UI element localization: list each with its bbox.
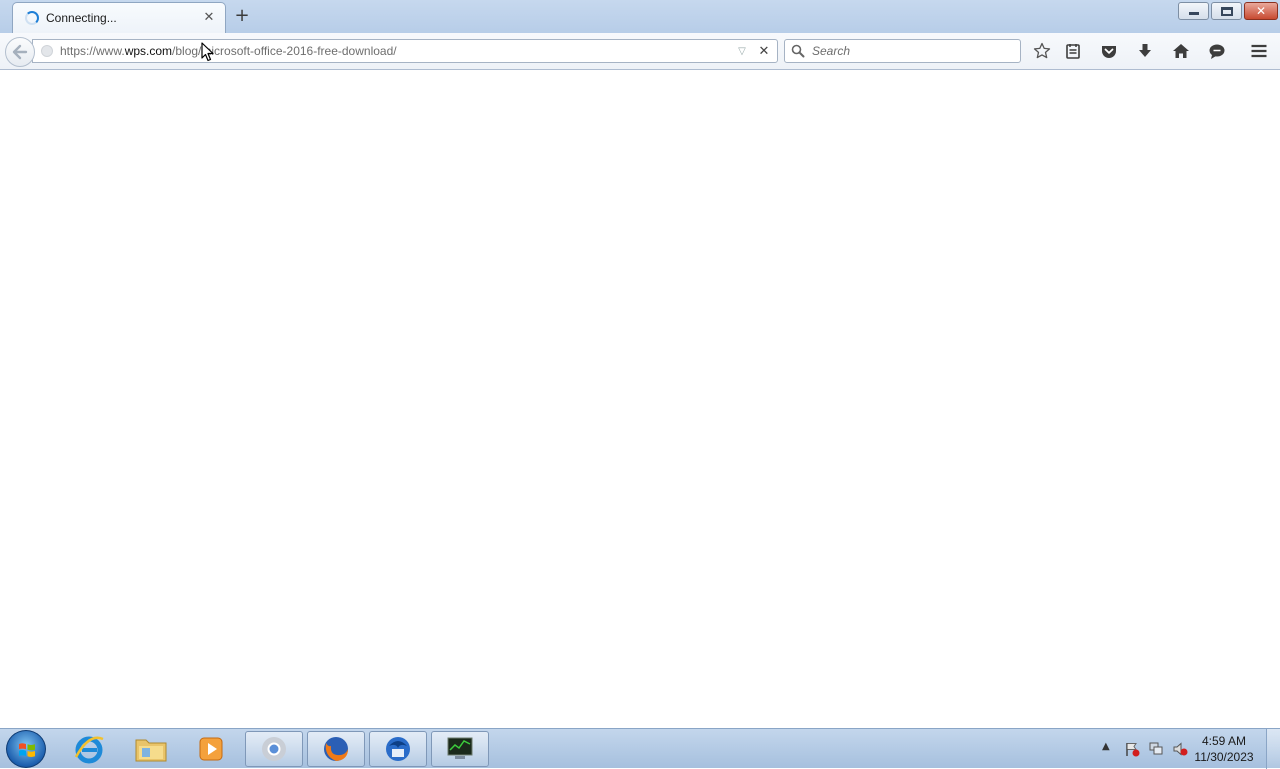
- clock-time: 4:59 AM: [1201, 734, 1247, 748]
- download-icon[interactable]: [1135, 41, 1155, 61]
- browser-tab-active[interactable]: Connecting... ✕: [12, 2, 226, 33]
- mouse-cursor-icon: [201, 42, 214, 62]
- chrome-icon: [262, 737, 286, 761]
- show-desktop-button[interactable]: [1266, 729, 1280, 769]
- minimize-button[interactable]: [1178, 2, 1209, 20]
- back-arrow-icon: [12, 44, 28, 60]
- taskbar-media-player[interactable]: [182, 731, 240, 767]
- windows-logo-icon: [19, 743, 35, 757]
- media-player-icon: [199, 737, 223, 761]
- folder-icon: [135, 739, 167, 762]
- search-bar[interactable]: [784, 39, 1021, 63]
- search-icon: [791, 44, 805, 58]
- firefox-icon: [324, 737, 348, 761]
- stop-loading-button[interactable]: ✕: [756, 44, 772, 59]
- navigation-toolbar: https://www.wps.com/blog/microsoft-offic…: [0, 33, 1280, 70]
- back-button[interactable]: [5, 37, 35, 67]
- chat-icon[interactable]: [1207, 41, 1227, 61]
- history-dropdown-icon[interactable]: ▽: [736, 46, 748, 57]
- taskbar-thunderbird[interactable]: [369, 731, 427, 767]
- taskbar-internet-explorer[interactable]: [60, 731, 118, 767]
- url-host: wps.com: [124, 44, 173, 58]
- system-monitor-icon: [447, 737, 473, 759]
- tab-close-icon[interactable]: ✕: [201, 10, 217, 26]
- thunderbird-icon: [386, 737, 410, 761]
- browser-titlebar: Connecting... ✕ + ✕: [0, 0, 1280, 33]
- url-bar[interactable]: https://www.wps.com/blog/microsoft-offic…: [32, 39, 778, 63]
- window-controls: ✕: [1176, 2, 1278, 20]
- restore-button[interactable]: [1211, 2, 1242, 20]
- taskbar-file-explorer[interactable]: [122, 731, 180, 767]
- pocket-icon[interactable]: [1099, 41, 1119, 61]
- taskbar-system-monitor[interactable]: [431, 731, 489, 767]
- taskbar-firefox[interactable]: [307, 731, 365, 767]
- url-text[interactable]: https://www.wps.com/blog/microsoft-offic…: [60, 44, 736, 58]
- menu-icon[interactable]: [1249, 41, 1269, 61]
- home-icon[interactable]: [1171, 41, 1191, 61]
- clock-date: 11/30/2023: [1194, 750, 1254, 764]
- minimize-icon: [1189, 12, 1199, 15]
- system-tray: ▲ 4:59 AM 11/30/2023: [1100, 729, 1280, 769]
- action-center-icon[interactable]: [1124, 741, 1140, 757]
- internet-explorer-icon: [74, 736, 104, 764]
- restore-icon: [1221, 7, 1233, 16]
- tab-title: Connecting...: [46, 11, 117, 25]
- new-tab-button[interactable]: +: [233, 7, 251, 25]
- volume-muted-icon[interactable]: [1172, 741, 1188, 757]
- start-button[interactable]: [6, 730, 46, 768]
- close-icon: ✕: [1255, 4, 1267, 18]
- show-hidden-icons-icon[interactable]: ▲: [1102, 741, 1110, 752]
- taskbar-chrome[interactable]: [245, 731, 303, 767]
- reading-list-icon[interactable]: [1063, 41, 1083, 61]
- network-icon[interactable]: [1148, 741, 1164, 757]
- page-content-area[interactable]: [0, 71, 1280, 728]
- close-window-button[interactable]: ✕: [1244, 2, 1278, 20]
- loading-throbber-icon: [25, 11, 39, 25]
- search-input[interactable]: [810, 43, 1010, 59]
- site-identity-icon[interactable]: [41, 45, 53, 57]
- url-prefix: https://www.: [60, 44, 125, 58]
- os-taskbar: ▲ 4:59 AM 11/30/2023: [0, 728, 1280, 769]
- bookmark-star-icon[interactable]: [1032, 41, 1052, 61]
- taskbar-clock[interactable]: 4:59 AM 11/30/2023: [1189, 733, 1259, 765]
